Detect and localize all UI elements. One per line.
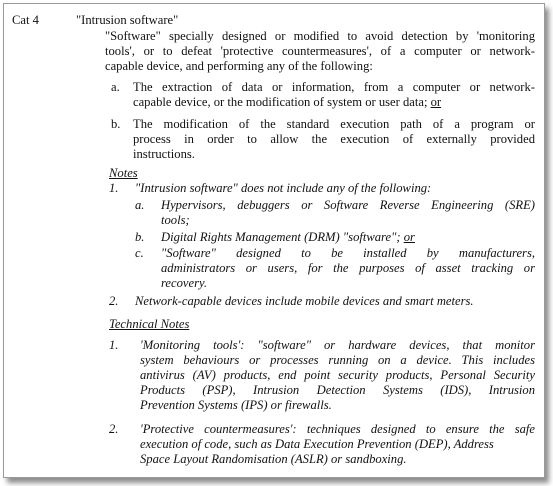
technical-notes-heading: Technical Notes xyxy=(109,317,190,331)
list-item-line: The modification of the standard executi… xyxy=(133,117,535,131)
or-connector: or xyxy=(430,95,442,109)
list-item-line: The extraction of data or information, f… xyxy=(133,80,535,94)
list-item-line: process in order to allow the execution … xyxy=(133,132,535,146)
sub-marker: a. xyxy=(135,198,145,212)
definition-line: capable device, and performing any of th… xyxy=(105,59,373,73)
sub-item-line: administrators or users, for the purpose… xyxy=(161,261,535,275)
document-page: Cat 4 "Intrusion software" "Software" sp… xyxy=(3,3,545,478)
list-item-line: instructions. xyxy=(133,147,195,161)
list-item-line: capable device, or the modification of s… xyxy=(133,95,442,109)
technical-note-line: execution of code, such as Data Executio… xyxy=(140,437,494,451)
definition-line: tools', or to defeat 'protective counter… xyxy=(105,44,535,58)
term-heading: "Intrusion software" xyxy=(76,13,179,27)
definition-line: "Software" specially designed or modifie… xyxy=(105,29,535,43)
technical-note-line: Products (PSP), Intrusion Detection Syst… xyxy=(140,383,535,397)
note-marker: 1. xyxy=(109,338,119,352)
technical-note-line: 'Protective countermeasures': techniques… xyxy=(140,422,535,436)
note-text: "Intrusion software" does not include an… xyxy=(135,181,432,195)
technical-note-line: system behaviours or processes running o… xyxy=(140,353,535,367)
or-connector: or xyxy=(403,230,415,244)
notes-heading: Notes xyxy=(109,166,138,180)
sub-item-line: Digital Rights Management (DRM) "softwar… xyxy=(161,230,415,244)
sub-item-line: recovery. xyxy=(161,276,208,290)
note-marker: 2. xyxy=(109,422,119,436)
category-label: Cat 4 xyxy=(12,13,39,27)
sub-marker: b. xyxy=(135,230,145,244)
sub-item-line: tools; xyxy=(161,213,190,227)
list-marker: a. xyxy=(111,80,120,94)
technical-note-line: Space Layout Randomisation (ASLR) or san… xyxy=(140,452,407,466)
technical-note-line: antivirus (AV) products, end point secur… xyxy=(140,368,535,382)
sub-item-line: "Software" designed to be installed by m… xyxy=(161,246,535,260)
note-marker: 1. xyxy=(109,181,119,195)
list-marker: b. xyxy=(111,117,121,131)
sub-marker: c. xyxy=(135,246,144,260)
note-text: Network-capable devices include mobile d… xyxy=(135,294,474,308)
technical-note-line: 'Monitoring tools': "software" or hardwa… xyxy=(140,338,535,352)
technical-note-line: Prevention Systems (IPS) or firewalls. xyxy=(140,398,332,412)
note-marker: 2. xyxy=(109,294,119,308)
sub-item-line: Hypervisors, debuggers or Software Rever… xyxy=(161,198,535,212)
